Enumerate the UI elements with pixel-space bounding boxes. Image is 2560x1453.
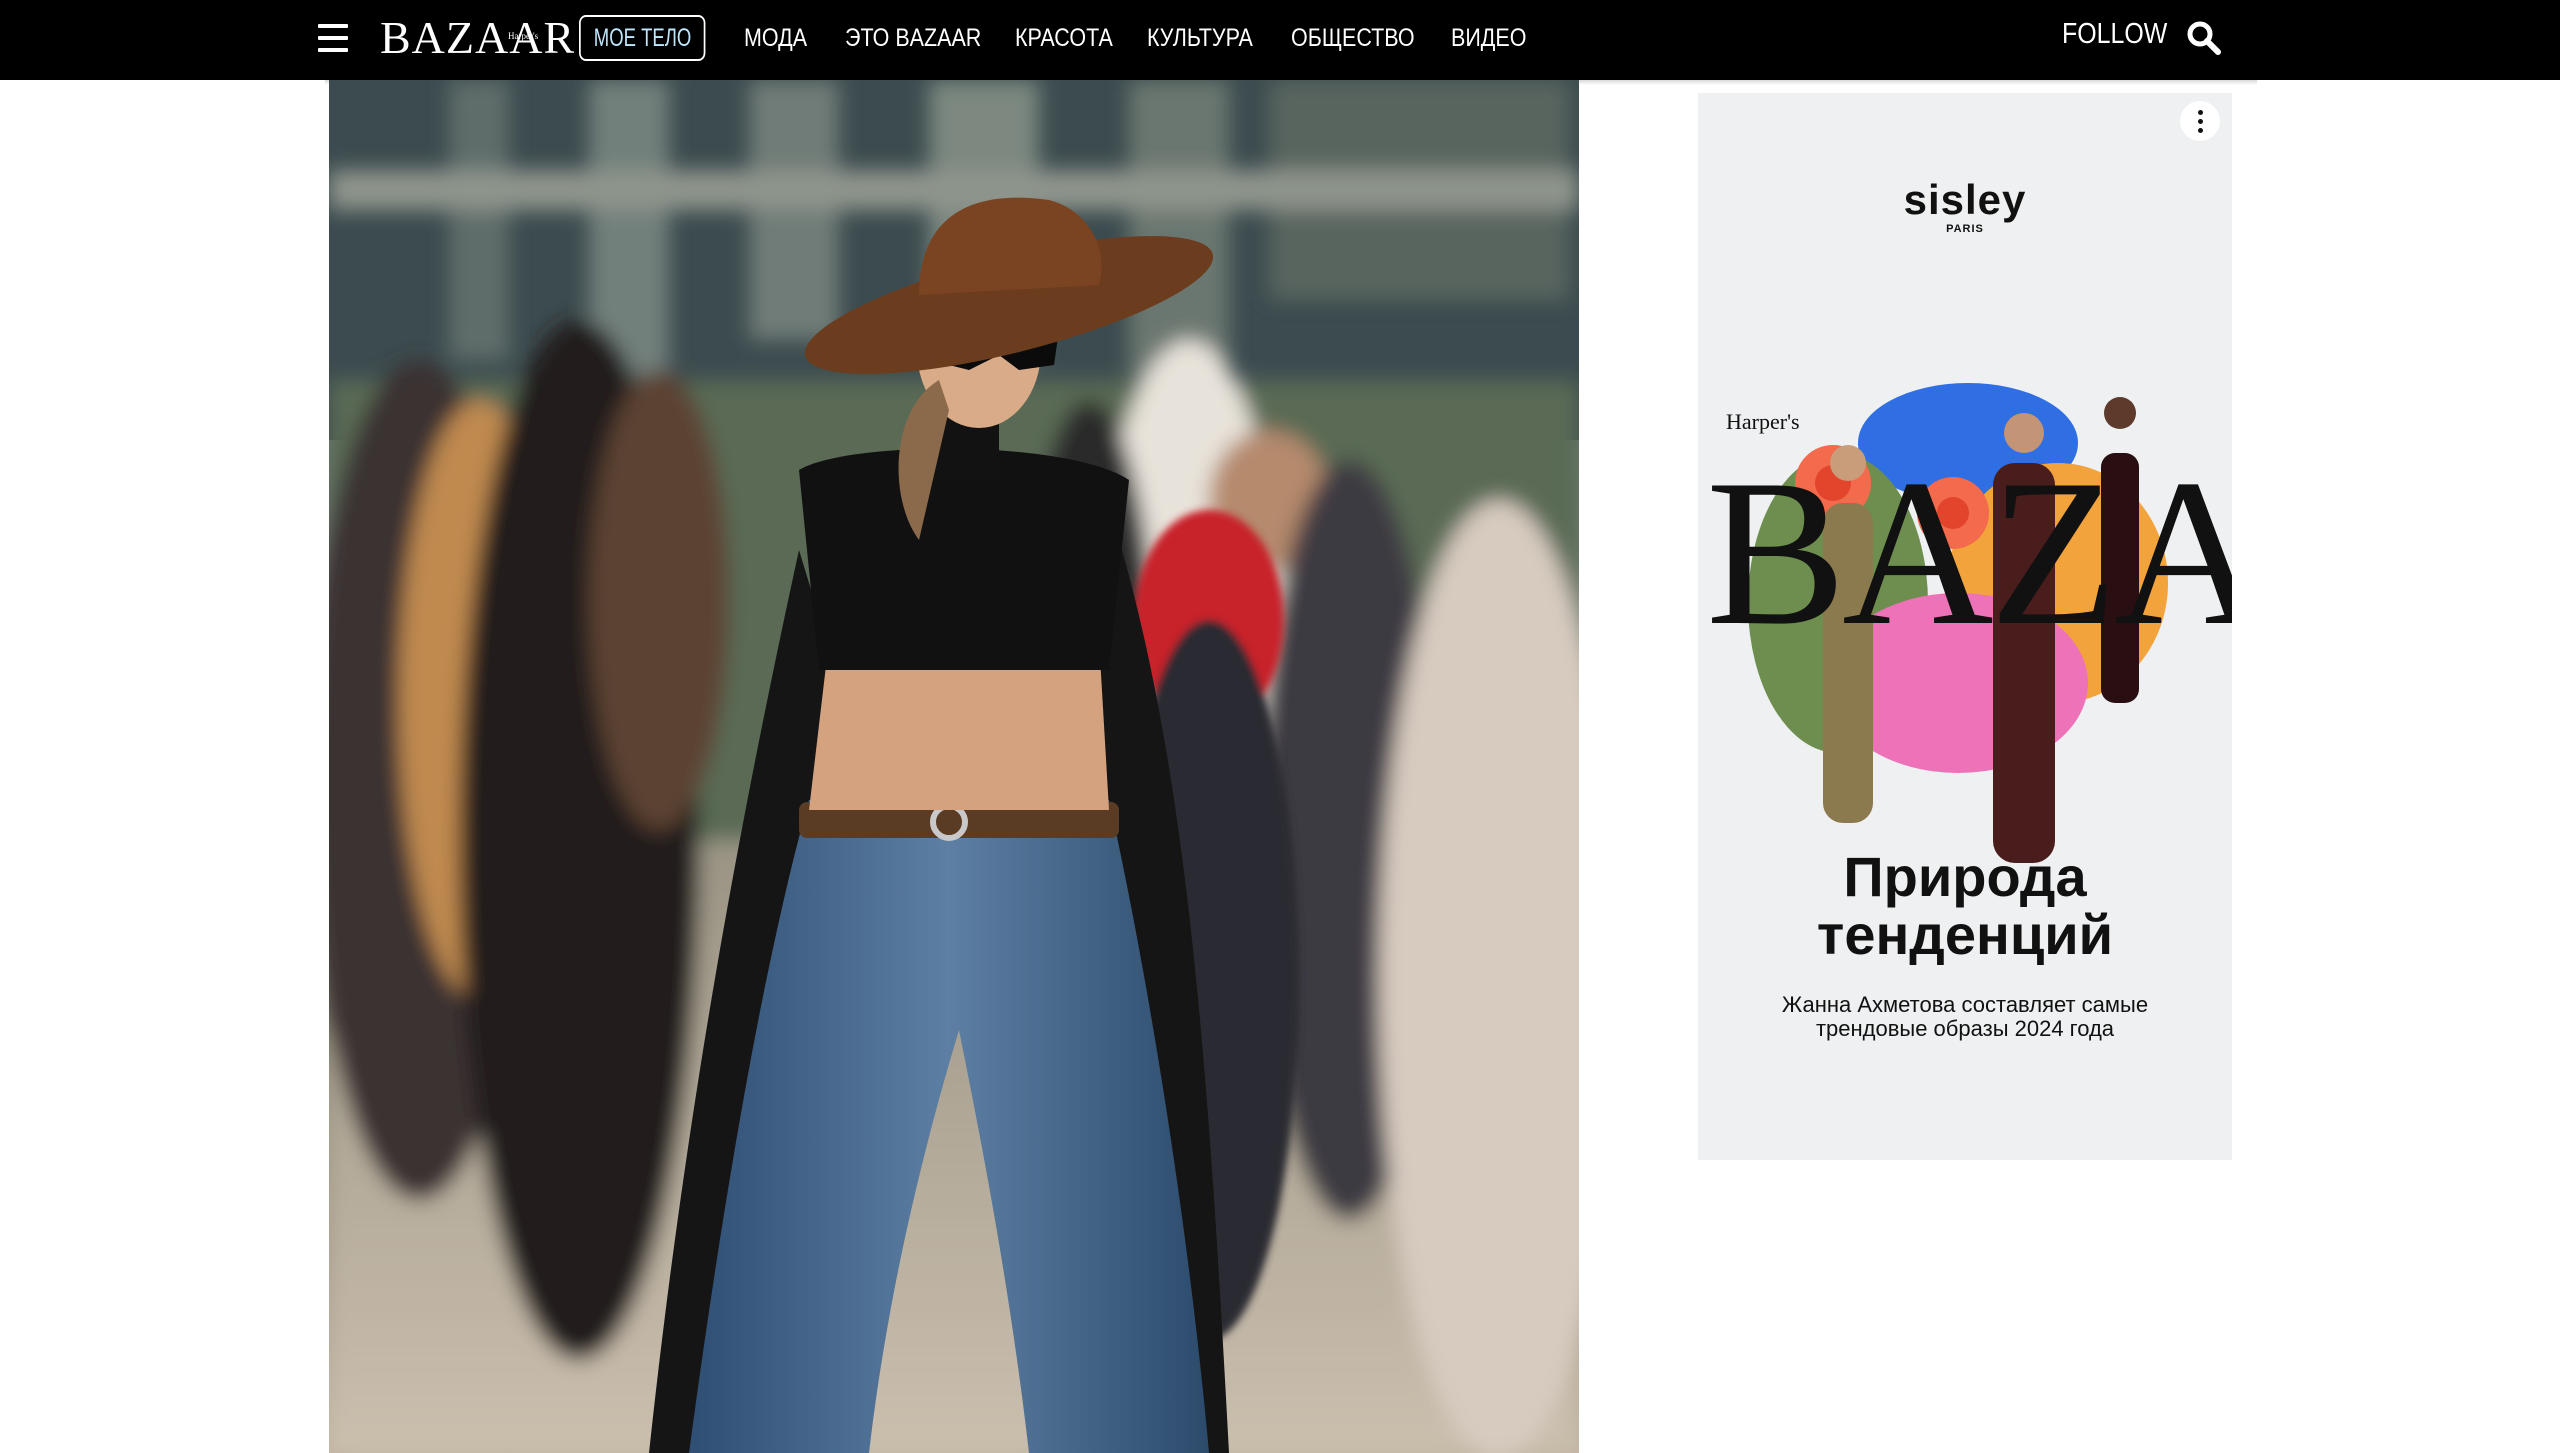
nav-item-eto-bazaar[interactable]: ЭТО BAZAAR (845, 24, 991, 53)
nav-item-moe-telo[interactable]: МОЕ ТЕЛО (579, 15, 706, 61)
nav-item-obshchestvo[interactable]: ОБЩЕСТВО (1291, 24, 1429, 53)
follow-button[interactable]: FOLLOW (2062, 18, 2167, 51)
ad-brand-logo: sisley (1903, 176, 2027, 223)
main-nav: МОЕ ТЕЛО МОДА ЭТО BAZAAR КРАСОТА КУЛЬТУР… (579, 13, 1541, 63)
street-style-photo-icon (329, 80, 1579, 1453)
ad-headline-line-2: тенденций (1816, 903, 2114, 966)
nav-item-moda[interactable]: МОДА (744, 24, 831, 53)
ad-magazine-title: BAZAAR (1706, 437, 2232, 669)
ad-headline: Природа тенденций (1698, 848, 2232, 964)
ad-subline: Жанна Ахметова составляет самые трендовы… (1781, 992, 2149, 1041)
nav-item-video[interactable]: ВИДЕО (1451, 24, 1528, 53)
logo-text: BAZAAR (380, 12, 576, 63)
logo-small-text: Harper's (508, 31, 539, 41)
ad-brand-sub: PARIS (1946, 223, 1984, 235)
menu-icon[interactable] (318, 24, 348, 52)
ad-headline-line-1: Природа (1843, 845, 2087, 908)
nav-item-krasota[interactable]: КРАСОТА (1015, 24, 1129, 53)
advertisement-banner[interactable]: sisley PARIS Harper's BAZAAR Природа тен… (1698, 93, 2232, 1160)
bazaar-logo[interactable]: BAZAAR Harper's KAZAKHSTAN (380, 10, 576, 89)
nav-item-kultura[interactable]: КУЛЬТУРА (1147, 24, 1271, 53)
top-navigation-bar: BAZAAR Harper's KAZAKHSTAN МОЕ ТЕЛО МОДА… (0, 0, 2560, 89)
search-icon[interactable] (2186, 20, 2222, 56)
ad-options-icon[interactable] (2180, 101, 2220, 141)
ad-magazine-small: Harper's (1726, 409, 1800, 434)
article-photo (329, 80, 1579, 1453)
